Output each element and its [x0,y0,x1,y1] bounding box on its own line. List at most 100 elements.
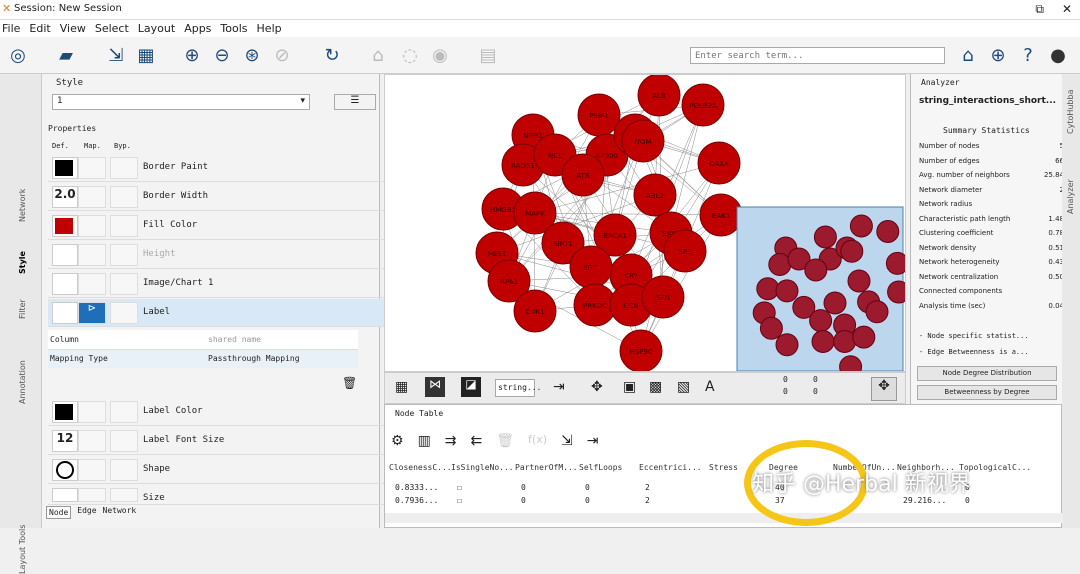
menu-apps[interactable]: Apps [184,22,211,35]
table-cell[interactable]: 2 [645,483,650,492]
tab-layout-tools[interactable]: Layout Tools [18,525,27,574]
right-tab-strip: CytoHubba Analyzer [1062,74,1080,528]
menu-edit[interactable]: Edit [29,22,50,35]
prop-label-color[interactable]: Label Color‹ [48,398,400,426]
table-cell[interactable]: 0.7936... [395,496,438,505]
node-label: MAPK [525,210,545,218]
select-edges-icon[interactable]: ▩ [649,379,662,395]
notification-icon[interactable]: ● [1046,43,1070,67]
menu-select[interactable]: Select [95,22,129,35]
search-input[interactable] [690,47,945,64]
document-icon[interactable]: ▤ [476,43,500,67]
prop-label[interactable]: ⊳Label⌄ [48,299,400,327]
restore-icon[interactable]: ⧉ [1035,2,1044,17]
tab-node[interactable]: Node [46,506,72,519]
column-header[interactable]: Stress [709,463,738,472]
tab-network[interactable]: Network [18,189,27,222]
tab-analyzer[interactable]: Analyzer [1066,179,1075,214]
prop-image-chart[interactable]: Image/Chart 1‹ [48,270,400,298]
gear-icon[interactable]: ⚙ [391,433,404,449]
menu-layout[interactable]: Layout [138,22,175,35]
prop-fill-color[interactable]: Fill Color‹ [48,212,400,240]
network-view[interactable]: ALBPOLR2ANPM1PSIP1RAD51NCLEP300NOPATRDAX… [384,74,906,372]
table-cell[interactable]: 0 [585,483,590,492]
zoom-selected-icon[interactable]: ⊘ [270,43,294,67]
prop-label-font-size[interactable]: 12Label Font Size‹ [48,427,400,455]
function-icon[interactable]: f(x) [528,433,547,449]
table-cell[interactable]: 0 [585,496,590,505]
layout-icon[interactable]: ✥ [591,379,603,395]
menu-help[interactable]: Help [257,22,282,35]
table-cell[interactable]: ☐ [457,483,462,492]
table-cell[interactable]: 2 [645,496,650,505]
zoom-out-icon[interactable]: ⊖ [210,43,234,67]
hide-icon[interactable]: ◌ [398,43,422,67]
navigate-icon[interactable]: ✥ [871,377,897,401]
prop-border-width[interactable]: 2.0Border Width‹ [48,183,400,211]
select-nodes-icon[interactable]: ▣ [623,379,636,395]
node-degree-button[interactable]: Node Degree Distribution [917,366,1057,381]
tab-cytohubba[interactable]: CytoHubba [1066,90,1075,135]
import-icon[interactable]: ⇲ [561,433,573,449]
prop-border-paint[interactable]: Border Paint‹ [48,154,400,182]
home-gray-icon[interactable]: ⌂ [366,43,390,67]
export-icon[interactable]: ⇥ [553,379,565,395]
edge [534,212,722,216]
column-header[interactable]: Eccentrici... [639,463,702,472]
tab-network-bottom[interactable]: Network [103,506,137,519]
grid-icon[interactable]: ▦ [395,379,408,395]
menu-file[interactable]: File [2,22,20,35]
export-table-icon[interactable]: ⇥ [587,433,599,449]
overview-node [811,330,835,353]
mapping-type-row[interactable]: Mapping Type Passthrough Mapping [48,350,358,368]
import-table-icon[interactable]: ▦ [134,43,158,67]
node-label: HMGB1 [490,206,516,214]
share-icon[interactable]: ⋈ [425,377,445,397]
export-image-icon[interactable]: ◪ [461,377,481,397]
prop-size[interactable]: Size‹ [48,485,400,505]
delete-icon[interactable]: 🗑 [496,433,514,449]
home-icon[interactable]: ⌂ [956,43,980,67]
column-header[interactable]: ClosenessC... [389,463,452,472]
session-icon[interactable]: ◎ [6,43,30,67]
table-cell[interactable]: ☐ [457,496,462,505]
horizontal-scrollbar[interactable] [385,513,1063,523]
overview-node [852,325,876,349]
tab-edge[interactable]: Edge [77,506,96,519]
columns-icon[interactable]: ▥ [418,433,431,449]
column-header[interactable]: SelfLoops [579,463,622,472]
network-graph[interactable]: ALBPOLR2ANPM1PSIP1RAD51NCLEP300NOPATRDAX… [385,75,906,372]
font-icon[interactable]: A [705,379,715,395]
tab-annotation[interactable]: Annotation [18,360,27,404]
zoom-fit-icon[interactable]: ⊛ [240,43,264,67]
open-folder-icon[interactable]: ▰ [54,43,78,67]
column-header[interactable]: PartnerOfM... [515,463,578,472]
prop-height[interactable]: Heightℹ [48,241,400,269]
style-select[interactable]: 1 ▾ [52,94,310,110]
eye-icon[interactable]: ◉ [428,43,452,67]
import-network-icon[interactable]: ⇲ [104,43,128,67]
style-menu-button[interactable]: ☰ [334,94,376,110]
close-icon[interactable]: ✕ [1062,2,1072,17]
menu-tools[interactable]: Tools [220,22,247,35]
tab-style[interactable]: Style [18,251,27,274]
zoom-in-icon[interactable]: ⊕ [180,43,204,67]
betweenness-button[interactable]: Betweenness by Degree [917,385,1057,400]
table-cell[interactable]: 0.8333... [395,483,438,492]
overview-node [876,220,900,243]
column-header[interactable]: IsSingleNo... [451,463,514,472]
refresh-icon[interactable]: ↻ [320,43,344,67]
table-cell[interactable]: 0 [521,483,526,492]
overview-node [823,291,847,315]
globe-icon[interactable]: ⊕ [986,43,1010,67]
show-graphics-icon[interactable]: ▧ [677,379,690,395]
mapping-column-row[interactable]: Column shared name [48,330,358,350]
prop-shape[interactable]: Shape‹ [48,456,400,484]
link-icon[interactable]: ⇉ [445,433,457,449]
unlink-icon[interactable]: ⇇ [471,433,483,449]
trash-icon[interactable]: 🗑 [342,376,357,390]
tab-filter[interactable]: Filter [18,299,27,319]
help-icon[interactable]: ? [1016,43,1040,67]
table-cell[interactable]: 0 [521,496,526,505]
menu-view[interactable]: View [60,22,86,35]
